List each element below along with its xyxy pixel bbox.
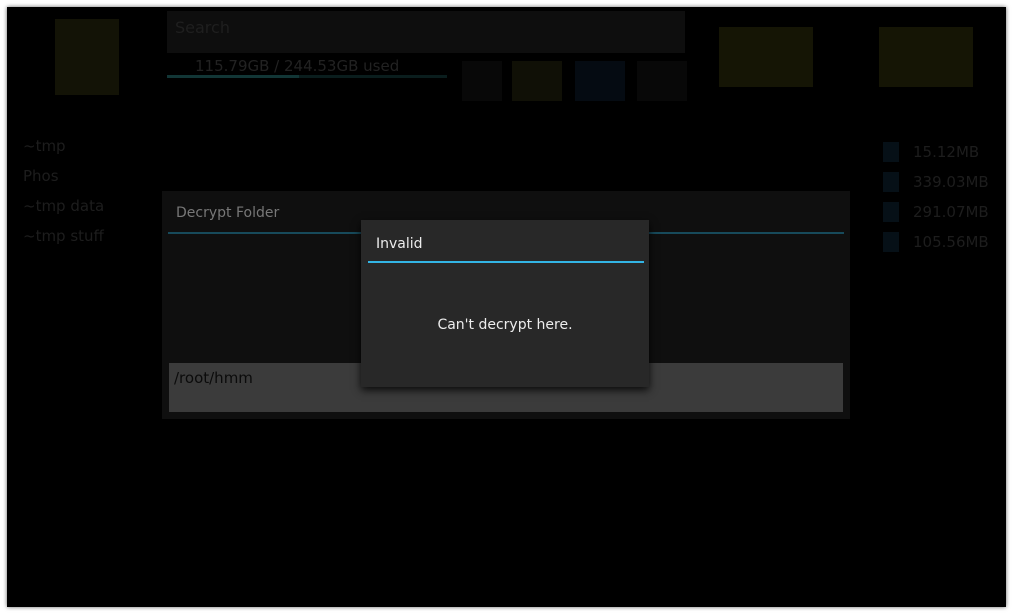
storage-used-text: 115.79GB / 244.53GB used: [195, 57, 400, 75]
path-value: /root/hmm: [174, 369, 253, 387]
file-size: 15.12MB: [913, 143, 980, 161]
invalid-alert-dialog: Invalid Can't decrypt here.: [361, 220, 649, 387]
file-icon: [883, 202, 899, 222]
lock-icon: [55, 19, 119, 95]
gear-icon[interactable]: [462, 61, 502, 101]
list-item[interactable]: ~tmp stuff: [23, 225, 104, 255]
list-item[interactable]: 339.03MB: [883, 167, 989, 197]
search-input[interactable]: Search: [167, 11, 685, 53]
search-placeholder: Search: [175, 18, 230, 37]
file-icon: [883, 142, 899, 162]
file-icon: [883, 172, 899, 192]
share-icon[interactable]: [575, 61, 625, 101]
home-icon[interactable]: [637, 61, 687, 101]
dialog-message: Can't decrypt here.: [437, 317, 573, 333]
file-icon: [883, 232, 899, 252]
dialog-title: Decrypt Folder: [176, 205, 280, 221]
list-item[interactable]: 291.07MB: [883, 197, 989, 227]
file-list: ~tmp Phos ~tmp data ~tmp stuff: [23, 135, 104, 255]
storage-progress-fill: [167, 75, 299, 78]
folder-icon[interactable]: [512, 61, 562, 101]
file-size: 291.07MB: [913, 203, 989, 221]
dialog-divider: [368, 261, 644, 263]
list-item[interactable]: Phos: [23, 165, 104, 195]
list-item[interactable]: 105.56MB: [883, 227, 989, 257]
list-item[interactable]: ~tmp: [23, 135, 104, 165]
dialog-title: Invalid: [376, 236, 423, 252]
storage-progress-bar: [167, 75, 447, 78]
folder-action-icon[interactable]: [719, 27, 813, 87]
list-item[interactable]: 15.12MB: [883, 137, 989, 167]
file-size: 339.03MB: [913, 173, 989, 191]
file-size: 105.56MB: [913, 233, 989, 251]
open-folder-icon[interactable]: [879, 27, 973, 87]
size-list: 15.12MB 339.03MB 291.07MB 105.56MB: [883, 137, 989, 257]
list-item[interactable]: ~tmp data: [23, 195, 104, 225]
app-screen: Search 115.79GB / 244.53GB used ~tmp Pho…: [7, 7, 1006, 607]
